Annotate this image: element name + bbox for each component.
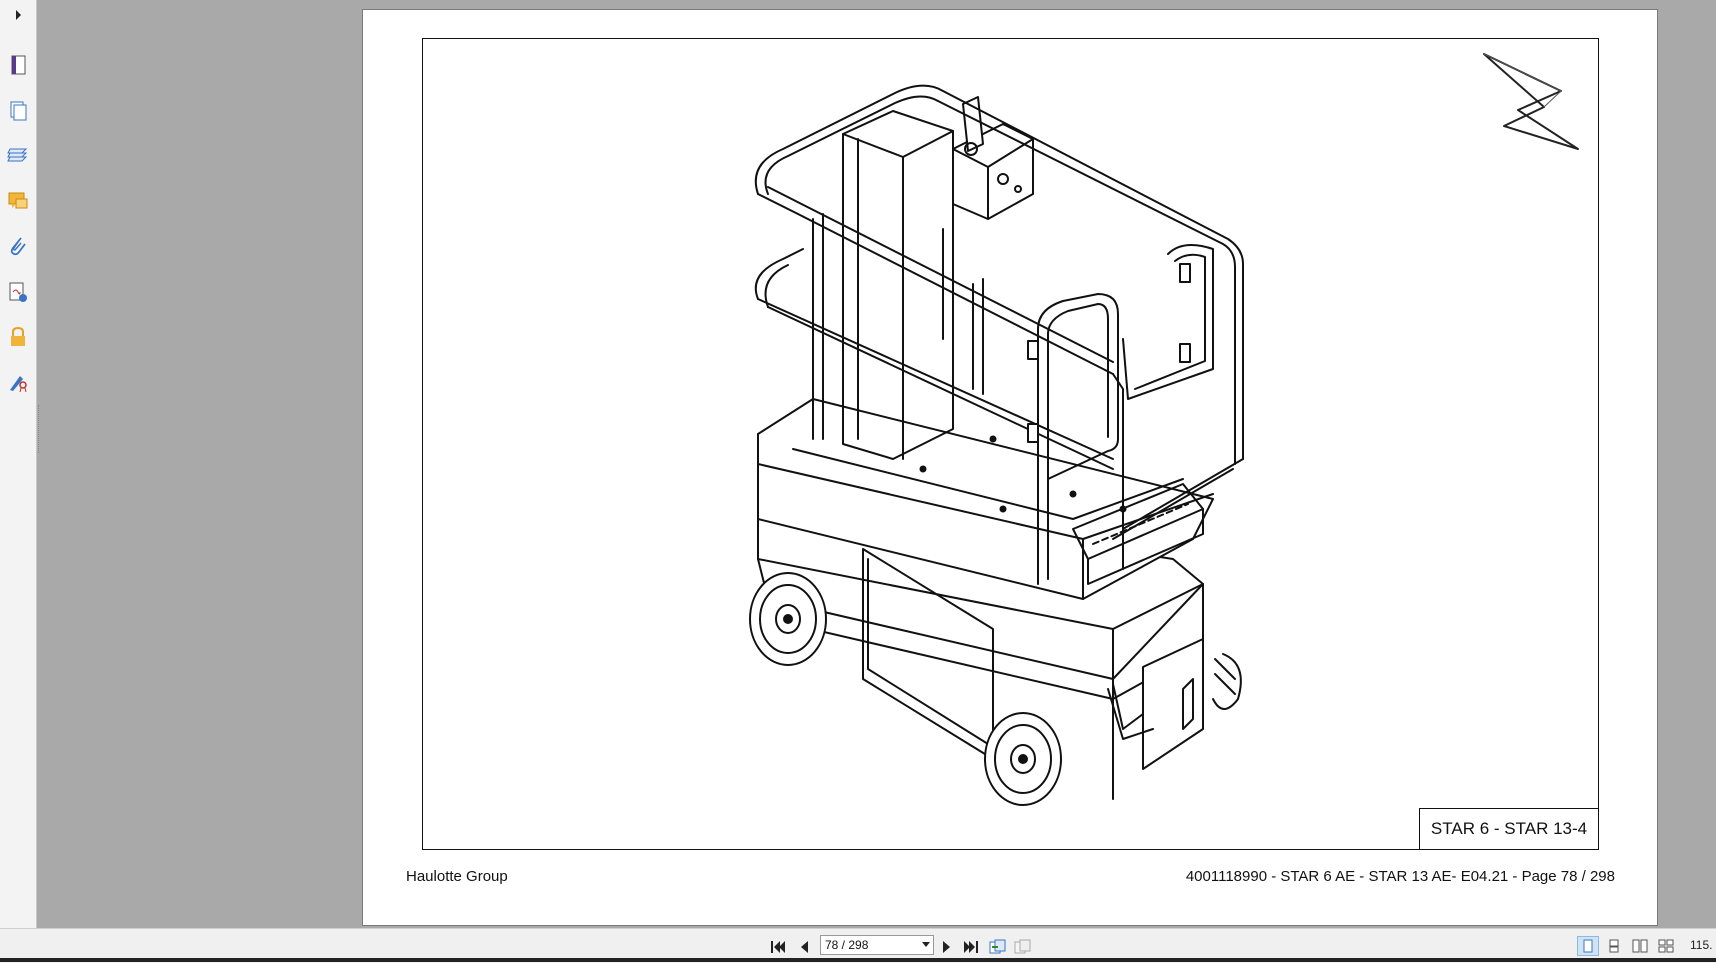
document-viewer[interactable]: STAR 6 - STAR 13-4 Haulotte Group 400111… (37, 0, 1716, 928)
lift-platform-illustration (749, 53, 1579, 806)
attachments-button[interactable] (4, 232, 32, 260)
drawing-title-box: STAR 6 - STAR 13-4 (1419, 808, 1598, 849)
wheel-rear-right (1212, 653, 1242, 710)
footer-company: Haulotte Group (406, 868, 508, 885)
layers-icon (7, 148, 28, 162)
previous-page-button[interactable] (794, 937, 814, 957)
certificate-button[interactable] (4, 368, 32, 396)
window-bottom-edge (0, 958, 1716, 962)
attachments-icon (10, 237, 26, 256)
previous-page-icon (801, 941, 808, 953)
chevron-right-icon (16, 10, 21, 20)
next-page-button[interactable] (937, 937, 957, 957)
sidebar-toggle-button[interactable] (0, 0, 36, 30)
next-view-button[interactable] (1013, 937, 1033, 957)
continuous-view-button[interactable] (1603, 936, 1625, 956)
pdf-page: STAR 6 - STAR 13-4 Haulotte Group 400111… (362, 9, 1658, 926)
pages-icon (10, 101, 27, 121)
first-page-button[interactable] (768, 937, 788, 957)
wheel-front-left (749, 572, 827, 666)
footer-document-reference: 4001118990 - STAR 6 AE - STAR 13 AE- E04… (1185, 868, 1615, 885)
continuous-facing-view-button[interactable] (1655, 936, 1677, 956)
previous-view-icon (989, 939, 1006, 954)
chevron-down-icon (922, 942, 930, 947)
last-page-icon (964, 941, 978, 953)
single-page-icon (1583, 939, 1593, 953)
single-page-view-button[interactable] (1577, 936, 1599, 956)
pages-button[interactable] (4, 97, 32, 125)
certificate-icon (10, 376, 27, 393)
next-page-icon (943, 941, 950, 953)
last-page-button[interactable] (961, 937, 981, 957)
previous-view-button[interactable] (988, 937, 1008, 957)
facing-pages-icon (1632, 939, 1648, 953)
layers-button[interactable] (4, 142, 32, 170)
zoom-level[interactable]: 115. (1690, 938, 1716, 952)
security-lock-icon (11, 326, 25, 346)
first-page-icon (771, 941, 785, 953)
page-thumbnail-icon (11, 55, 26, 75)
comments-button[interactable] (4, 187, 32, 215)
page-dropdown-button[interactable] (919, 936, 933, 954)
security-button[interactable] (4, 323, 32, 351)
next-view-icon (1014, 939, 1031, 954)
continuous-facing-icon (1658, 939, 1674, 953)
drawing-frame: STAR 6 - STAR 13-4 (422, 38, 1599, 850)
signatures-icon (9, 282, 27, 302)
wheel-front-right (984, 712, 1062, 806)
facing-view-button[interactable] (1629, 936, 1651, 956)
continuous-page-icon (1609, 939, 1619, 953)
comments-icon (8, 192, 28, 209)
signatures-button[interactable] (4, 278, 32, 306)
page-thumbnail-button[interactable] (4, 51, 32, 79)
page-number-input[interactable] (820, 935, 934, 955)
left-sidebar (0, 0, 39, 928)
